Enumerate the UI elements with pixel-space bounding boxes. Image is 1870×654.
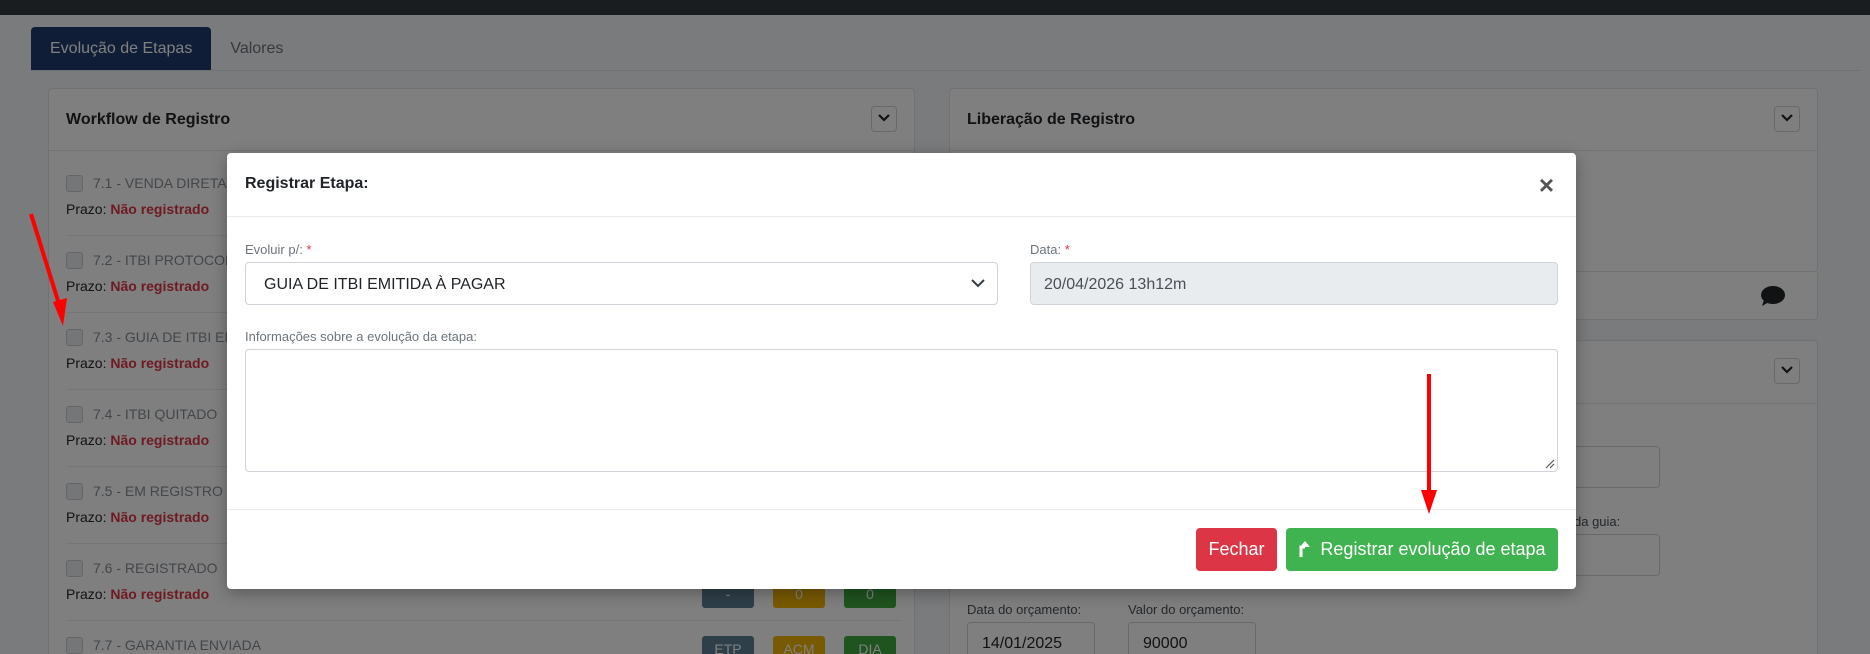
modal-footer-divider — [227, 509, 1576, 510]
evolve-select[interactable]: GUIA DE ITBI EMITIDA À PAGAR — [245, 262, 998, 305]
info-label: Informações sobre a evolução da etapa: — [245, 329, 477, 344]
close-icon[interactable]: × — [1539, 172, 1554, 198]
evolve-select-value: GUIA DE ITBI EMITIDA À PAGAR — [264, 276, 506, 293]
chevron-down-icon — [971, 279, 985, 288]
date-value: 20/04/2026 13h12m — [1044, 276, 1187, 293]
close-button[interactable]: Fechar — [1196, 528, 1277, 571]
modal-title: Registrar Etapa: — [245, 175, 369, 192]
resize-grip-icon[interactable] — [1543, 457, 1555, 469]
register-step-modal: Registrar Etapa: × Evoluir p/: * GUIA DE… — [227, 153, 1576, 589]
evolve-label: Evoluir p/: * — [245, 242, 312, 257]
date-field: 20/04/2026 13h12m — [1030, 262, 1558, 305]
register-evolution-label: Registrar evolução de etapa — [1320, 539, 1546, 559]
modal-header: Registrar Etapa: × — [227, 153, 1576, 217]
arrow-up-turn-icon — [1299, 541, 1311, 558]
info-textarea[interactable] — [245, 349, 1558, 472]
register-evolution-button[interactable]: Registrar evolução de etapa — [1286, 528, 1558, 571]
date-label: Data: * — [1030, 242, 1070, 257]
